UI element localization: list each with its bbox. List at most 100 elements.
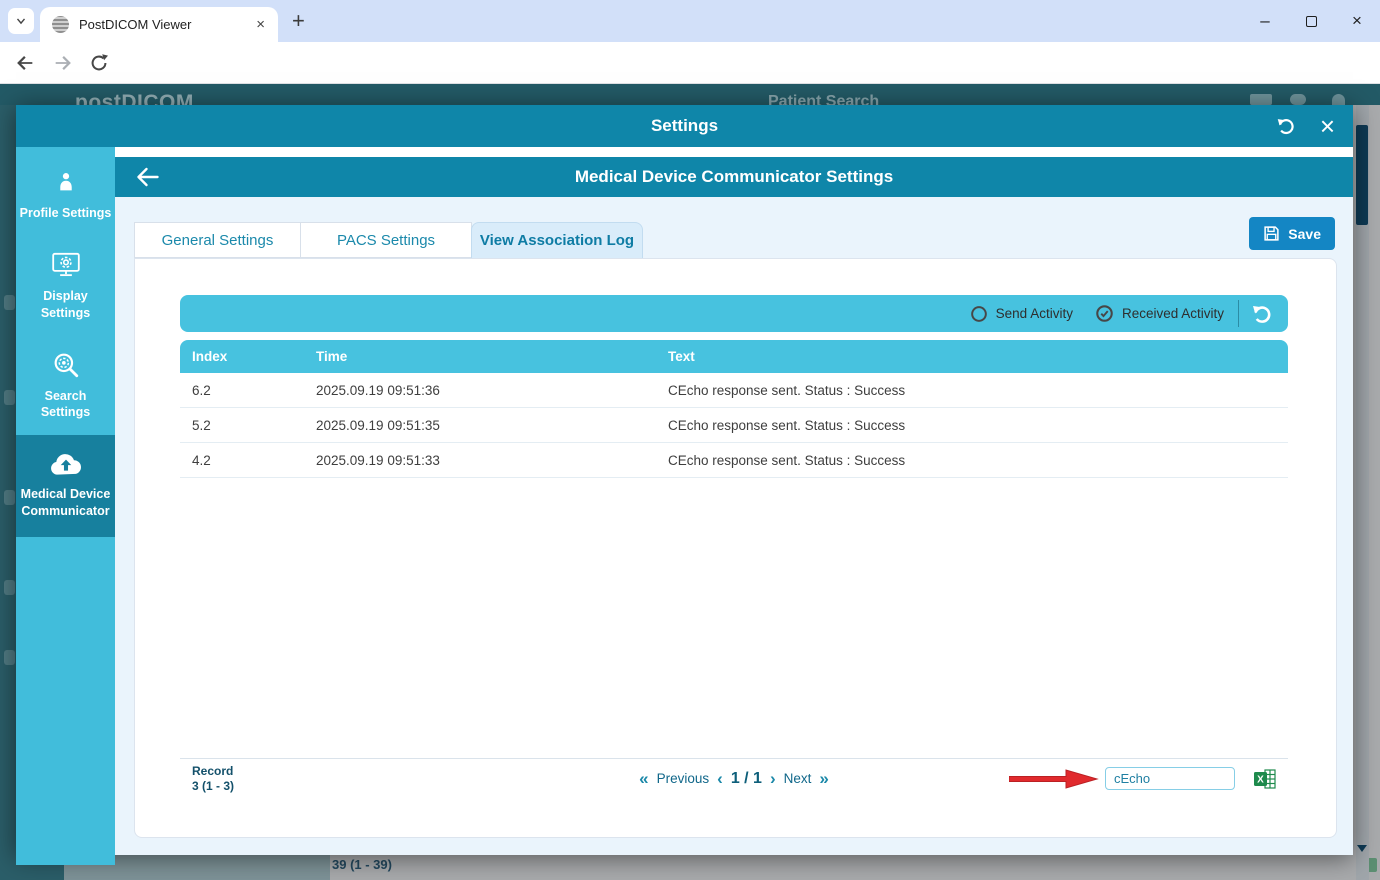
- sidebar-item-search-settings[interactable]: Search Settings: [16, 336, 115, 436]
- background-user-icon: [1332, 94, 1345, 105]
- modal-close-icon[interactable]: ×: [1320, 109, 1335, 143]
- sidebar-item-label: Search Settings: [19, 388, 112, 421]
- prev-page-icon[interactable]: ‹: [717, 770, 723, 787]
- window-controls: – ×: [1242, 0, 1380, 42]
- cell-time: 2025.09.19 09:51:33: [316, 453, 668, 468]
- browser-forward-icon[interactable]: [52, 52, 74, 74]
- association-log-panel: Send Activity Received Activity: [134, 258, 1337, 838]
- next-button[interactable]: Next: [784, 771, 812, 786]
- maximize-icon: [1306, 16, 1317, 27]
- settings-sidebar: Profile Settings Display Settings: [16, 147, 115, 865]
- sidebar-item-label: Profile Settings: [20, 205, 112, 221]
- tab-general-settings[interactable]: General Settings: [134, 222, 301, 258]
- cell-text: CEcho response sent. Status : Success: [668, 418, 1288, 433]
- cell-index: 6.2: [180, 383, 316, 398]
- tab-search-button[interactable]: [8, 8, 34, 34]
- browser-back-icon[interactable]: [14, 52, 36, 74]
- tab-content-area: General Settings PACS Settings View Asso…: [115, 197, 1353, 855]
- modal-title: Settings: [651, 116, 718, 136]
- tab-view-association-log[interactable]: View Association Log: [471, 222, 643, 258]
- background-list-icon: [1250, 94, 1272, 105]
- settings-modal-body: Profile Settings Display Settings: [16, 147, 1353, 855]
- column-header-index: Index: [180, 349, 316, 364]
- background-app-header: postDICOM Patient Search: [0, 84, 1380, 105]
- previous-button[interactable]: Previous: [657, 771, 710, 786]
- cell-index: 5.2: [180, 418, 316, 433]
- log-footer: Record 3 (1 - 3) « Previous ‹ 1 / 1 › Ne…: [180, 758, 1288, 798]
- log-refresh-icon[interactable]: [1250, 302, 1274, 326]
- save-floppy-icon: [1263, 225, 1280, 242]
- record-label: Record: [192, 764, 234, 778]
- sidebar-item-label: Medical Device Communicator: [19, 486, 112, 519]
- browser-tabstrip: PostDICOM Viewer × + – ×: [0, 0, 1380, 42]
- cell-index: 4.2: [180, 453, 316, 468]
- background-record-count: 39 (1 - 39): [332, 857, 392, 872]
- cloud-upload-icon: [48, 453, 84, 477]
- log-filter-input[interactable]: [1105, 767, 1235, 790]
- pagination: « Previous ‹ 1 / 1 › Next »: [639, 770, 829, 788]
- tab-title: PostDICOM Viewer: [79, 17, 253, 32]
- background-app-logo: postDICOM: [75, 91, 194, 105]
- background-stack-icon: [1290, 94, 1306, 105]
- display-gear-icon: [50, 251, 82, 279]
- window-minimize-button[interactable]: –: [1242, 0, 1288, 42]
- column-header-time: Time: [316, 349, 668, 364]
- radio-unchecked-icon: [970, 305, 988, 323]
- settings-modal-header: Settings ×: [16, 105, 1353, 147]
- window-maximize-button[interactable]: [1288, 0, 1334, 42]
- browser-toolbar: germany.postdicom.com/Viewer/Main Guest …: [0, 42, 1380, 84]
- table-empty-space: [180, 478, 1288, 758]
- save-button[interactable]: Save: [1249, 217, 1335, 250]
- cell-time: 2025.09.19 09:51:35: [316, 418, 668, 433]
- browser-reload-icon[interactable]: [88, 52, 110, 74]
- back-arrow-icon[interactable]: [135, 165, 161, 189]
- record-summary: Record 3 (1 - 3): [192, 764, 234, 793]
- cell-text: CEcho response sent. Status : Success: [668, 383, 1288, 398]
- browser-tab[interactable]: PostDICOM Viewer ×: [40, 7, 278, 42]
- search-gear-icon: [52, 351, 80, 379]
- background-page-title: Patient Search: [768, 93, 879, 105]
- background-app-sidebar: [0, 105, 16, 880]
- scrollbar-down-arrow[interactable]: [1357, 845, 1367, 852]
- tab-pacs-settings[interactable]: PACS Settings: [300, 222, 472, 258]
- settings-content: Medical Device Communicator Settings Gen…: [115, 147, 1353, 855]
- sidebar-item-medical-device-communicator[interactable]: Medical Device Communicator: [16, 435, 115, 537]
- footer-right-group: X: [1009, 767, 1276, 791]
- settings-modal: Settings × Profile Settings: [16, 105, 1353, 855]
- cell-text: CEcho response sent. Status : Success: [668, 453, 1288, 468]
- chevron-down-icon: [14, 14, 28, 28]
- log-toolbar: Send Activity Received Activity: [180, 295, 1288, 332]
- new-tab-button[interactable]: +: [286, 6, 311, 36]
- annotation-arrow: [1009, 767, 1099, 791]
- site-favicon: [52, 16, 69, 33]
- radio-checked-icon: [1095, 304, 1114, 323]
- table-row: 5.2 2025.09.19 09:51:35 CEcho response s…: [180, 408, 1288, 443]
- sidebar-item-display-settings[interactable]: Display Settings: [16, 236, 115, 336]
- send-activity-radio[interactable]: Send Activity: [970, 305, 1073, 323]
- send-activity-label: Send Activity: [996, 306, 1073, 321]
- table-row: 6.2 2025.09.19 09:51:36 CEcho response s…: [180, 373, 1288, 408]
- association-log-card: Send Activity Received Activity: [180, 295, 1288, 798]
- received-activity-label: Received Activity: [1122, 306, 1224, 321]
- table-row: 4.2 2025.09.19 09:51:33 CEcho response s…: [180, 443, 1288, 478]
- next-page-icon[interactable]: ›: [770, 770, 776, 787]
- tab-bar: General Settings PACS Settings View Asso…: [134, 222, 643, 258]
- last-page-icon[interactable]: »: [819, 770, 828, 787]
- svg-text:X: X: [1257, 774, 1264, 785]
- received-activity-radio[interactable]: Received Activity: [1095, 304, 1224, 323]
- excel-export-icon[interactable]: X: [1254, 769, 1276, 789]
- column-header-text: Text: [668, 349, 1288, 364]
- log-table-header: Index Time Text: [180, 340, 1288, 373]
- sidebar-item-label: Display Settings: [19, 288, 112, 321]
- page-indicator: 1 / 1: [731, 770, 762, 788]
- sidebar-item-profile-settings[interactable]: Profile Settings: [16, 155, 115, 236]
- page-scrollbar-thumb[interactable]: [1356, 125, 1368, 225]
- record-count: 3 (1 - 3): [192, 779, 234, 793]
- tab-close-icon[interactable]: ×: [253, 16, 268, 33]
- toolbar-divider: [1238, 300, 1239, 327]
- modal-refresh-icon[interactable]: [1275, 115, 1297, 137]
- first-page-icon[interactable]: «: [639, 770, 648, 787]
- person-icon: [54, 170, 78, 196]
- window-close-button[interactable]: ×: [1334, 0, 1380, 42]
- device-settings-header: Medical Device Communicator Settings: [115, 157, 1353, 197]
